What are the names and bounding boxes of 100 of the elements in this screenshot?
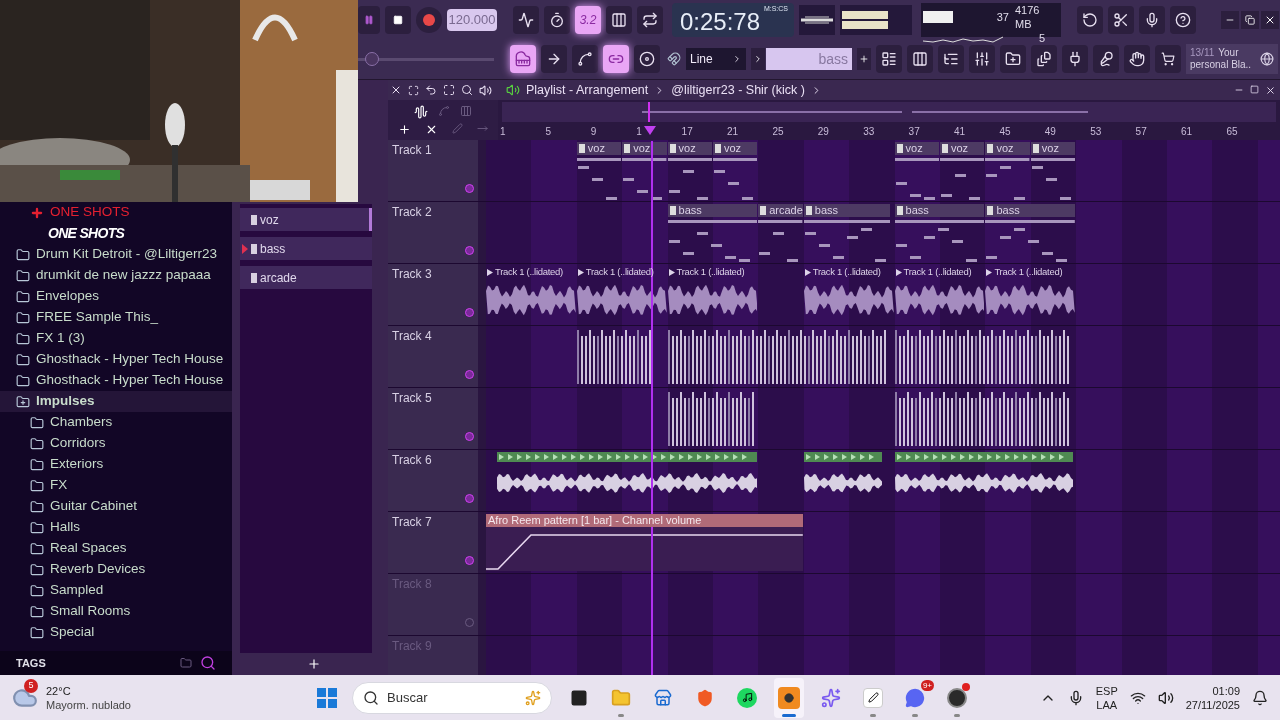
track-lane[interactable]: bass arcade bass bass bass: [486, 202, 1280, 263]
browser-item[interactable]: Ghosthack - Hyper Tech House: [0, 349, 232, 370]
browser-item[interactable]: Impulses: [0, 391, 232, 412]
clip-header[interactable]: Afro Reem pattern [1 bar] - Channel volume: [486, 514, 803, 527]
clip-label: voz: [633, 142, 651, 155]
browser-item[interactable]: ONE SHOTS: [0, 223, 232, 244]
clip-label: voz: [587, 142, 605, 155]
browser-item[interactable]: Halls: [0, 517, 232, 538]
ruler-number: 41: [954, 125, 966, 139]
clip-header[interactable]: Track 1 (..lidated): [803, 266, 894, 279]
clip-header[interactable]: voz: [1030, 142, 1076, 155]
browser-item[interactable]: FREE Sample This_: [0, 307, 232, 328]
pattern-item[interactable]: arcade: [240, 266, 372, 289]
clip-header[interactable]: voz: [622, 142, 667, 155]
browser-item[interactable]: Envelopes: [0, 286, 232, 307]
browser-item[interactable]: Small Rooms: [0, 601, 232, 622]
ruler-number: 57: [1135, 125, 1147, 139]
clip-header[interactable]: bass: [667, 204, 758, 217]
news-text: personal Bla..: [1190, 59, 1252, 72]
clip-header[interactable]: Track 1 (..lidated): [894, 266, 985, 279]
countdown-button[interactable]: 3.2: [575, 5, 601, 34]
clock: 01:09: [1212, 683, 1240, 698]
ruler-number: 25: [772, 125, 784, 139]
track-lane[interactable]: voz voz voz voz voz voz voz voz: [486, 140, 1280, 201]
temperature: 22°C: [46, 683, 72, 698]
clip-label: Track 1 (..lidated): [676, 265, 745, 280]
clip-label: bass: [996, 204, 1020, 217]
clip-label: arcade: [769, 204, 803, 217]
browser-item[interactable]: Reverb Devices: [0, 559, 232, 580]
clip-label: Track 1 (..lidated): [495, 265, 563, 280]
weather-badge: 5: [24, 678, 38, 693]
browser-item[interactable]: Drum Kit Detroit - @Liltigerr23: [0, 244, 232, 265]
window-title: Playlist - Arrangement: [526, 81, 649, 99]
browser-item[interactable]: Guitar Cabinet: [0, 496, 232, 517]
clip-header[interactable]: Track 1 (..lidated): [486, 266, 576, 279]
browser-item[interactable]: Ghosthack - Hyper Tech House: [0, 370, 232, 391]
snap-dropdown[interactable]: Line: [686, 48, 746, 71]
ruler-number: 61: [1181, 125, 1193, 139]
ruler-number: 65: [1226, 125, 1238, 139]
language: ESP: [1095, 683, 1118, 698]
clip-label: voz: [996, 142, 1014, 155]
clip-label: bass: [905, 204, 929, 217]
browser-item[interactable]: drumkit de new jazzz papaaa: [0, 265, 232, 286]
clip-label: bass: [814, 204, 839, 217]
ruler-number: 29: [817, 125, 829, 139]
clip-header[interactable]: voz: [667, 142, 712, 155]
browser-item[interactable]: FX 1 (3): [0, 328, 232, 349]
ruler-number: 17: [681, 125, 693, 139]
ruler-number: 53: [1090, 125, 1102, 139]
browser-item[interactable]: Real Spaces: [0, 538, 232, 559]
app-badge: 9+: [920, 679, 934, 691]
pattern-item[interactable]: voz: [240, 208, 372, 231]
clip-header[interactable]: bass: [803, 204, 891, 217]
clip-label: voz: [678, 142, 696, 155]
weather-text: Mayorm. nublado: [46, 697, 131, 712]
browser-item[interactable]: Corridors: [0, 433, 232, 454]
clip-header[interactable]: Track 1 (..lidated): [985, 266, 1076, 279]
region: LAA: [1096, 697, 1118, 712]
clip-label: Track 1 (..lidated): [994, 265, 1063, 280]
clip-header[interactable]: arcade: [758, 204, 803, 217]
ruler-number: 45: [999, 125, 1011, 139]
ruler-number: 1: [636, 125, 642, 139]
clip-header[interactable]: Track 1 (..lidated): [667, 266, 758, 279]
song-title: @liltigerr23 - Shir (kick ): [671, 81, 805, 99]
browser-item[interactable]: ONE SHOTS: [0, 202, 232, 223]
cpu-value: 37: [996, 9, 1009, 24]
clip-header[interactable]: voz: [894, 142, 939, 155]
news-title: Your: [1218, 47, 1239, 60]
clip-label: voz: [724, 142, 742, 155]
clip-header[interactable]: voz: [940, 142, 985, 155]
clip-header[interactable]: voz: [713, 142, 758, 155]
clip-label: Track 1 (..lidated): [903, 265, 972, 280]
ruler-number: 33: [863, 125, 875, 139]
browser-item[interactable]: FX: [0, 475, 232, 496]
clip-label: bass: [678, 204, 702, 217]
ruler-number: 37: [908, 125, 920, 139]
clip-label: voz: [905, 142, 923, 155]
time-display: 0:25:78: [679, 6, 761, 37]
ruler-number: 1: [500, 125, 506, 139]
clip-label: voz: [1041, 142, 1059, 155]
browser-item[interactable]: Sampled: [0, 580, 232, 601]
browser-item[interactable]: Special: [0, 622, 232, 643]
browser-item[interactable]: Exteriors: [0, 454, 232, 475]
search-field[interactable]: Buscar: [352, 681, 552, 714]
track-lane[interactable]: Afro Reem pattern [1 bar] - Channel volume: [486, 512, 1280, 573]
date: 27/11/2025: [1185, 697, 1240, 712]
browser-item[interactable]: Chambers: [0, 412, 232, 433]
clip-label: voz: [951, 142, 969, 155]
news-panel[interactable]: 13/11 Your personal Bla..: [1186, 44, 1278, 75]
ruler-number: 21: [727, 125, 739, 139]
polyphony-value: 5: [1037, 30, 1046, 45]
clip-header[interactable]: bass: [894, 204, 985, 217]
ruler-number: 49: [1044, 125, 1056, 139]
clip-label: Track 1 (..lidated): [812, 265, 881, 280]
ruler-number: 5: [545, 125, 551, 139]
clip-header[interactable]: bass: [985, 204, 1076, 217]
clip-header[interactable]: voz: [576, 142, 622, 155]
clip-header[interactable]: voz: [985, 142, 1030, 155]
news-date: 13/11: [1190, 47, 1215, 60]
pattern-item[interactable]: bass: [240, 237, 372, 260]
